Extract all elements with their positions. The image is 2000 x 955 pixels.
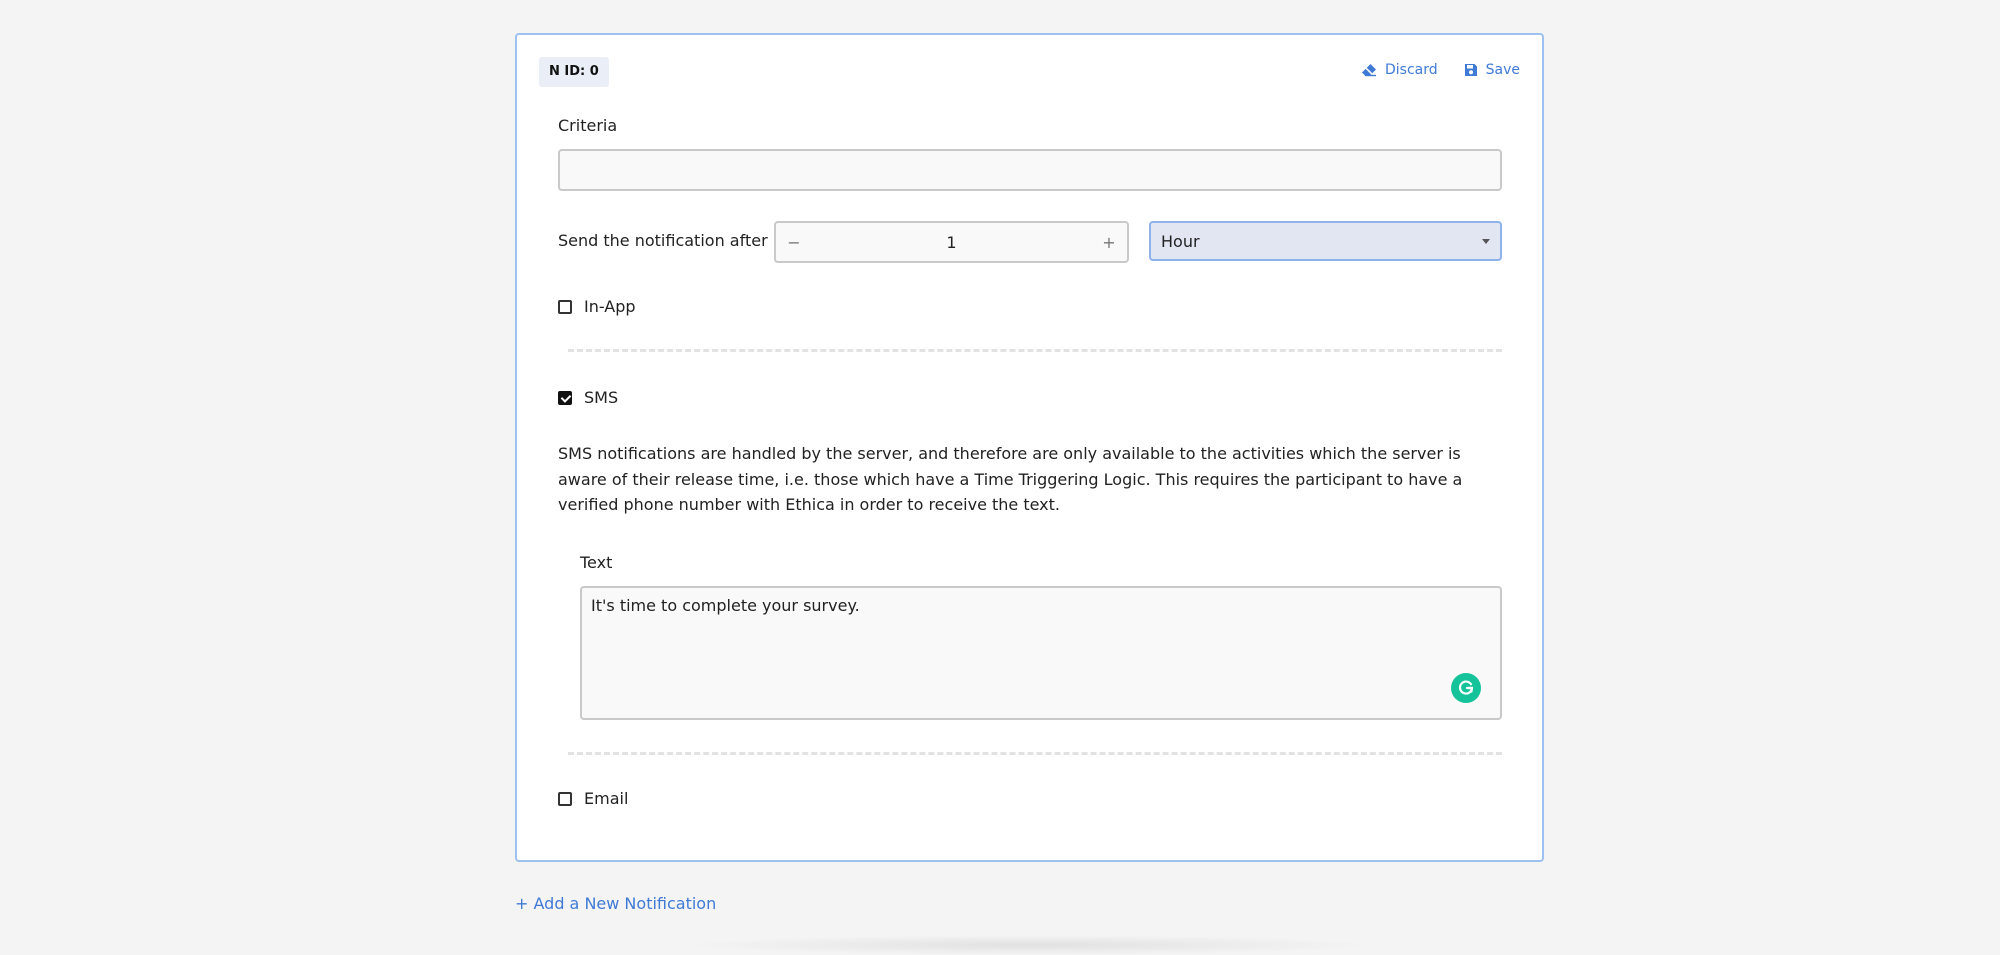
delay-stepper: − 1 +: [774, 221, 1129, 263]
sms-option: SMS: [558, 388, 618, 407]
card-actions: Discard Save: [1361, 62, 1520, 78]
discard-label: Discard: [1384, 62, 1438, 78]
add-notification-link[interactable]: + Add a New Notification: [515, 894, 716, 913]
sms-label: SMS: [584, 388, 619, 407]
notification-card: N ID: 0 Discard Save Criteria Send the n…: [515, 33, 1544, 862]
notification-id-badge: N ID: 0: [539, 57, 609, 87]
save-label: Save: [1485, 62, 1520, 78]
eraser-icon: [1361, 63, 1377, 77]
floppy-disk-icon: [1464, 63, 1478, 77]
email-label: Email: [584, 789, 629, 808]
send-after-label: Send the notification after: [558, 231, 768, 250]
discard-button[interactable]: Discard: [1361, 62, 1438, 78]
sms-checkbox[interactable]: [558, 390, 572, 405]
decrement-button[interactable]: −: [776, 233, 812, 252]
increment-button[interactable]: +: [1091, 233, 1127, 252]
criteria-label: Criteria: [558, 116, 618, 135]
grammarly-icon[interactable]: [1451, 673, 1481, 703]
sms-text-label: Text: [580, 553, 613, 572]
section-divider: [568, 349, 1502, 352]
time-unit-value: Hour: [1161, 231, 1200, 251]
chevron-down-icon: [1482, 238, 1490, 244]
in-app-option: In-App: [558, 297, 636, 316]
criteria-input[interactable]: [558, 149, 1502, 191]
save-button[interactable]: Save: [1464, 62, 1520, 78]
in-app-label: In-App: [584, 297, 636, 316]
delay-value[interactable]: 1: [812, 233, 1091, 252]
time-unit-select[interactable]: Hour: [1149, 221, 1502, 261]
in-app-checkbox[interactable]: [558, 299, 572, 314]
sms-description: SMS notifications are handled by the ser…: [558, 444, 1463, 514]
scroll-shadow: [680, 935, 1380, 955]
sms-text-field[interactable]: It's time to complete your survey.: [580, 586, 1502, 720]
section-divider: [568, 752, 1502, 755]
email-checkbox[interactable]: [558, 791, 572, 806]
email-option: Email: [558, 789, 628, 808]
